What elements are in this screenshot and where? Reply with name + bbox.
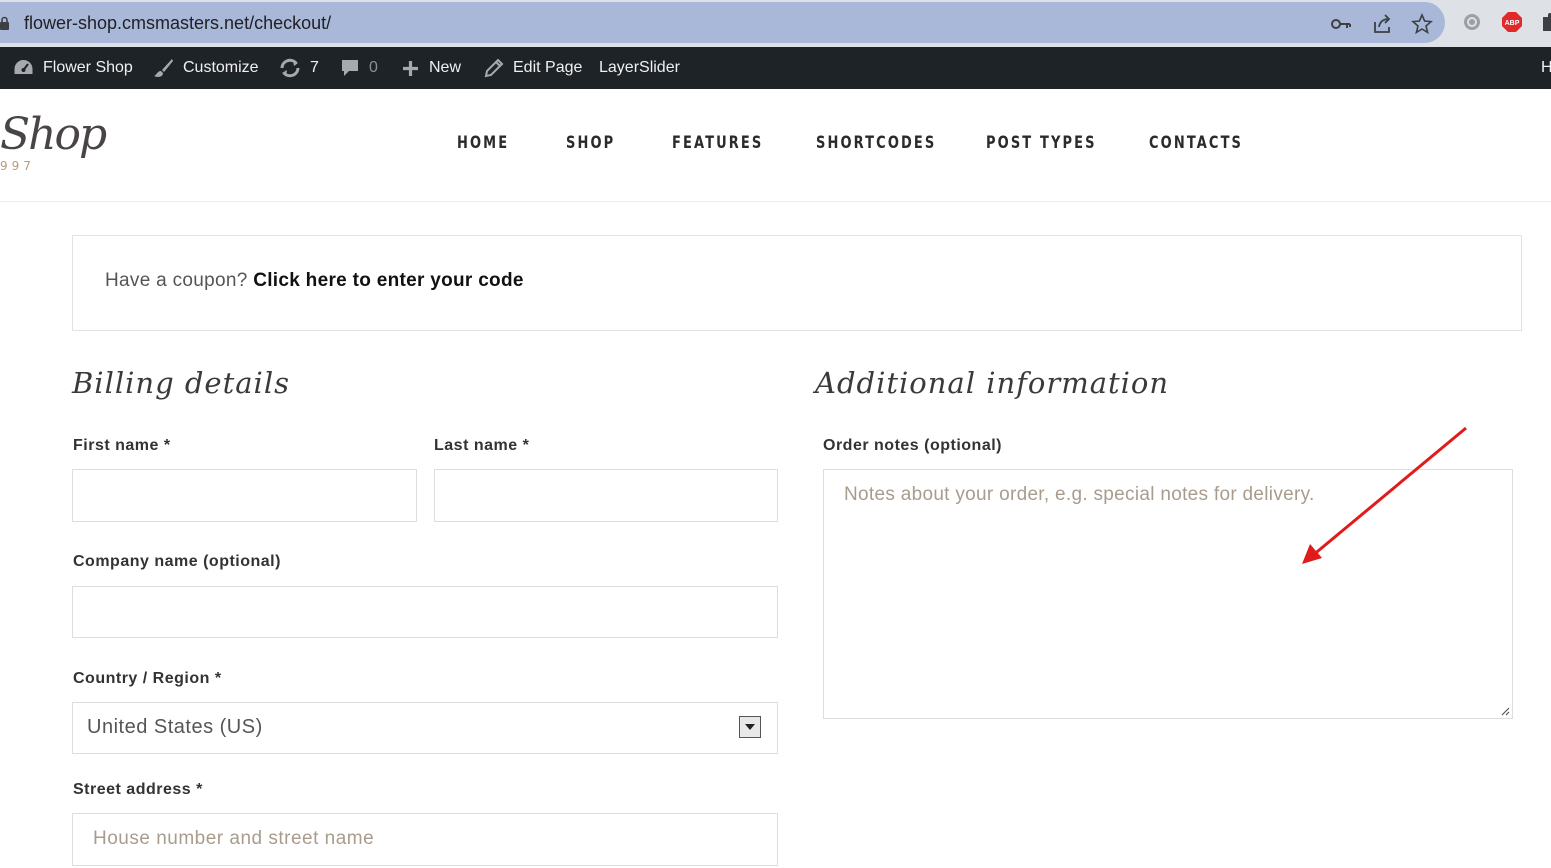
- logo-year: 997: [0, 159, 35, 173]
- country-select[interactable]: United States (US): [72, 702, 778, 754]
- paintbrush-icon: [154, 59, 173, 77]
- resize-handle-icon[interactable]: [1500, 706, 1510, 716]
- comments-count: 0: [369, 59, 378, 76]
- annotation-arrow-icon: [1302, 426, 1467, 564]
- admin-bar-new[interactable]: New: [401, 47, 461, 89]
- bookmark-star-icon[interactable]: [1411, 13, 1433, 35]
- extensions-puzzle-icon[interactable]: [1540, 11, 1551, 33]
- site-header: Shop 997 HOME SHOP FEATURES SHORTCODES P…: [0, 89, 1551, 202]
- first-name-input[interactable]: [72, 469, 417, 522]
- street-input[interactable]: House number and street name: [72, 813, 778, 866]
- adblock-label: ABP: [1505, 20, 1520, 27]
- dashboard-icon: [14, 60, 33, 74]
- admin-bar-site[interactable]: Flower Shop: [13, 47, 133, 89]
- nav-shortcodes[interactable]: SHORTCODES: [816, 133, 936, 153]
- adblock-icon[interactable]: ABP: [1501, 11, 1523, 33]
- street-label: Street address *: [73, 781, 203, 798]
- updates-count: 7: [310, 59, 319, 76]
- url-text[interactable]: flower-shop.cmsmasters.net/checkout/: [24, 13, 331, 34]
- browser-toolbar: flower-shop.cmsmasters.net/checkout/ ABP: [0, 0, 1551, 47]
- admin-bar-layerslider[interactable]: LayerSlider: [599, 47, 680, 89]
- admin-bar-customize[interactable]: Customize: [153, 47, 259, 89]
- first-name-label: First name *: [73, 437, 171, 454]
- address-bar[interactable]: flower-shop.cmsmasters.net/checkout/: [0, 2, 1445, 43]
- wp-admin-bar: Flower Shop Customize 7 0 New Edit Page: [0, 47, 1551, 89]
- updates-icon: [280, 58, 300, 78]
- nav-shop[interactable]: SHOP: [566, 133, 615, 153]
- pencil-icon: [484, 58, 504, 78]
- additional-title: Additional information: [815, 366, 1170, 400]
- customize-label: Customize: [183, 59, 259, 76]
- last-name-label: Last name *: [434, 437, 530, 454]
- dropdown-arrow-icon[interactable]: [739, 716, 761, 738]
- extension-gear-icon[interactable]: [1461, 11, 1483, 33]
- nav-home[interactable]: HOME: [457, 133, 509, 153]
- coupon-link[interactable]: Click here to enter your code: [253, 270, 524, 291]
- admin-bar-comments[interactable]: 0: [340, 47, 378, 89]
- billing-title: Billing details: [72, 366, 290, 400]
- new-label: New: [429, 59, 462, 76]
- nav-contacts[interactable]: CONTACTS: [1149, 133, 1243, 153]
- coupon-text: Have a coupon? Click here to enter your …: [105, 270, 524, 292]
- lock-icon: [0, 16, 9, 30]
- layerslider-label: LayerSlider: [599, 59, 680, 76]
- plus-icon: [403, 60, 418, 76]
- country-value: United States (US): [87, 716, 263, 738]
- admin-bar-howdy[interactable]: H: [1541, 47, 1551, 89]
- company-label: Company name (optional): [73, 553, 281, 570]
- howdy-label: H: [1541, 59, 1551, 76]
- street-placeholder: House number and street name: [93, 828, 375, 849]
- share-icon[interactable]: [1371, 13, 1393, 35]
- country-label: Country / Region *: [73, 670, 222, 687]
- main-nav: HOME SHOP FEATURES SHORTCODES POST TYPES…: [0, 133, 1551, 157]
- key-icon[interactable]: [1330, 13, 1352, 35]
- company-input[interactable]: [72, 586, 778, 638]
- nav-post-types[interactable]: POST TYPES: [986, 133, 1097, 153]
- admin-bar-edit-page[interactable]: Edit Page: [484, 47, 582, 89]
- last-name-input[interactable]: [434, 469, 778, 522]
- order-notes-placeholder: Notes about your order, e.g. special not…: [844, 484, 1315, 505]
- order-notes-label: Order notes (optional): [823, 437, 1002, 454]
- site-name-label: Flower Shop: [43, 59, 133, 76]
- edit-page-label: Edit Page: [513, 59, 583, 76]
- coupon-prompt: Have a coupon?: [105, 270, 248, 291]
- comment-bubble-icon: [342, 60, 358, 76]
- coupon-notice: Have a coupon? Click here to enter your …: [72, 235, 1522, 331]
- nav-features[interactable]: FEATURES: [672, 133, 763, 153]
- admin-bar-updates[interactable]: 7: [279, 47, 319, 89]
